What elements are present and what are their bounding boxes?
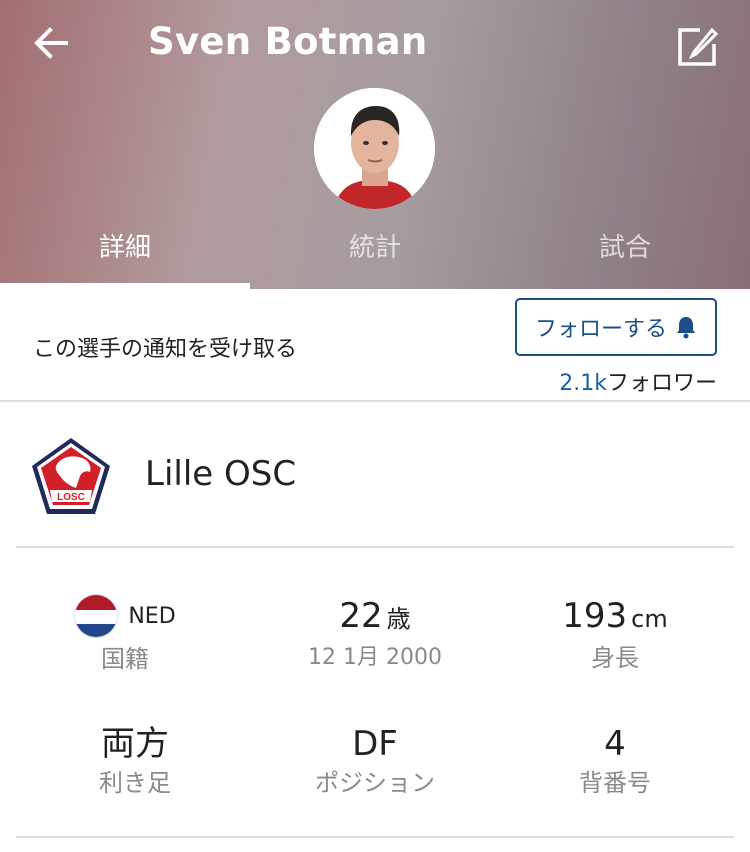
position-value: DF xyxy=(352,724,398,764)
player-avatar xyxy=(314,88,435,209)
team-row[interactable]: LOSC Lille OSC xyxy=(0,404,750,548)
team-logo-text: LOSC xyxy=(57,492,85,503)
stat-shirt-number: 4 背番号 xyxy=(490,722,740,800)
player-header: Sven Botman 詳細 統計 試合 xyxy=(0,0,750,289)
shirt-number-label: 背番号 xyxy=(579,769,651,797)
tab-bar: 詳細 統計 試合 xyxy=(0,226,750,289)
edit-button[interactable] xyxy=(672,20,722,70)
back-button[interactable] xyxy=(26,20,78,66)
position-label: ポジション xyxy=(315,769,435,797)
nationality-code: NED xyxy=(128,603,176,629)
team-logo: LOSC xyxy=(30,436,112,518)
height-label: 身長 xyxy=(591,644,639,672)
nationality-label: 国籍 xyxy=(101,645,149,673)
follow-label: フォローする xyxy=(534,317,667,342)
preferred-foot-value: 両方 xyxy=(101,724,169,764)
team-name: Lille OSC xyxy=(145,454,297,494)
netherlands-flag-icon xyxy=(74,594,119,638)
height-value: 193 xyxy=(562,596,628,636)
stat-position: DF ポジション xyxy=(250,722,500,800)
notification-text: この選手の通知を受け取る xyxy=(33,337,298,362)
tab-matches[interactable]: 試合 xyxy=(500,226,750,289)
follower-count: 2.1kフォロワー xyxy=(559,365,717,397)
age-unit: 歳 xyxy=(386,605,411,633)
tab-details[interactable]: 詳細 xyxy=(0,226,250,289)
follower-count-value: 2.1k xyxy=(559,371,607,396)
height-unit: cm xyxy=(631,605,668,633)
stat-nationality: NED 国籍 xyxy=(0,594,250,676)
stat-height: 193 cm 身長 xyxy=(490,594,740,675)
age-value: 22 xyxy=(339,596,383,636)
follow-button[interactable]: フォローする xyxy=(515,298,717,356)
preferred-foot-label: 利き足 xyxy=(99,769,171,797)
date-of-birth: 12 1月 2000 xyxy=(308,645,442,670)
stat-preferred-foot: 両方 利き足 xyxy=(10,722,260,800)
edit-icon xyxy=(678,27,719,66)
divider xyxy=(16,546,734,548)
bell-icon xyxy=(677,317,695,339)
arrow-left-icon xyxy=(34,27,68,59)
stat-age: 22 歳 12 1月 2000 xyxy=(250,594,500,675)
divider xyxy=(16,836,734,838)
tab-stats[interactable]: 統計 xyxy=(250,226,500,289)
follower-label: フォロワー xyxy=(606,371,717,396)
shirt-number-value: 4 xyxy=(604,724,626,764)
notification-row: この選手の通知を受け取る フォローする 2.1kフォロワー xyxy=(0,289,750,402)
page-title: Sven Botman xyxy=(148,20,428,63)
